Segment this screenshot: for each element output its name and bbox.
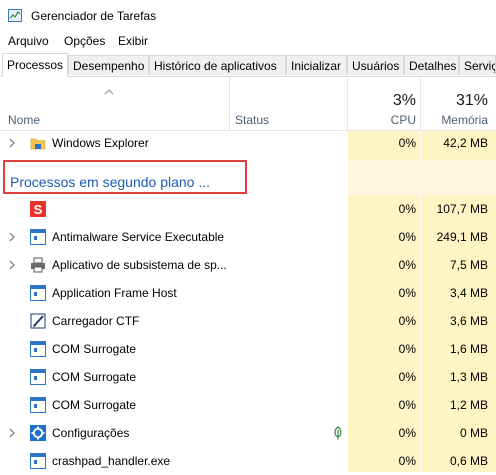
cpu-total: 3% [392,92,416,109]
column-header: Nome Status 3% CPU 31% Memória [0,77,496,131]
tab-bar: Processos Desempenho Histórico de aplica… [0,53,496,77]
group-header-background-processes[interactable]: Processos em segundo plano ... [10,174,210,190]
group-header-band [348,160,496,195]
column-name[interactable]: Nome [8,113,40,127]
process-cpu: 0% [398,286,416,300]
process-memory: 42,2 MB [443,136,488,150]
chevron-right-icon[interactable] [9,260,15,270]
process-name: COM Surrogate [52,370,137,384]
process-name: Configurações [52,426,130,440]
process-name: COM Surrogate [52,398,137,412]
table-row[interactable]: COM Surrogate 0% 1,3 MB [0,363,496,391]
process-cpu: 0% [398,454,416,468]
tab-usuarios[interactable]: Usuários [347,55,404,75]
table-row[interactable]: S 0% 107,7 MB [0,195,496,223]
menu-exibir[interactable]: Exibir [118,34,148,48]
window-icon [30,229,46,245]
process-name: COM Surrogate [52,342,137,356]
column-divider[interactable] [229,77,230,130]
table-row[interactable]: COM Surrogate 0% 1,2 MB [0,391,496,419]
column-divider[interactable] [420,77,421,130]
window-icon [30,369,46,385]
window-icon [30,341,46,357]
s-app-icon: S [30,201,46,217]
process-name: crashpad_handler.exe [52,454,171,468]
window-title: Gerenciador de Tarefas [31,9,157,23]
memory-total: 31% [455,92,488,109]
process-cpu: 0% [398,426,416,440]
process-memory: 1,6 MB [449,342,488,356]
window-icon [30,453,46,469]
tab-inicializar[interactable]: Inicializar [286,55,347,75]
process-memory: 1,3 MB [449,370,488,384]
process-memory: 0 MB [459,426,488,440]
process-cpu: 0% [398,202,416,216]
folder-icon [30,138,46,150]
tab-detalhes[interactable]: Detalhes [404,55,459,75]
chevron-right-icon[interactable] [9,428,15,438]
table-row[interactable]: Carregador CTF 0% 3,6 MB [0,307,496,335]
process-cpu: 0% [398,398,416,412]
title-bar: Gerenciador de Tarefas [0,0,496,32]
process-name: Aplicativo de subsistema de sp... [52,258,227,272]
process-memory: 3,6 MB [449,314,488,328]
menu-opcoes[interactable]: Opções [64,34,105,48]
chevron-right-icon[interactable] [9,138,15,148]
process-cpu: 0% [398,136,416,150]
printer-icon [31,257,45,273]
tab-historico[interactable]: Histórico de aplicativos [149,55,286,75]
process-cpu: 0% [398,370,416,384]
menu-bar: Arquivo Opções Exibir [0,32,496,52]
process-memory: 0,6 MB [449,454,488,468]
process-cpu: 0% [398,230,416,244]
process-memory: 249,1 MB [436,230,488,244]
process-cpu: 0% [398,258,416,272]
window-icon [30,397,46,413]
table-row[interactable]: Configurações 0% 0 MB [0,419,496,447]
process-memory: 3,4 MB [449,286,488,300]
chevron-right-icon[interactable] [9,232,15,242]
process-cpu: 0% [398,314,416,328]
svg-text:S: S [34,202,43,217]
tab-processos[interactable]: Processos [2,53,68,77]
table-row[interactable]: crashpad_handler.exe 0% 0,6 MB [0,447,496,475]
table-row[interactable]: Antimalware Service Executable 0% 249,1 … [0,223,496,251]
menu-arquivo[interactable]: Arquivo [8,34,49,48]
column-memory[interactable]: Memória [441,113,488,127]
process-name: Application Frame Host [52,286,177,300]
process-name: Windows Explorer [52,136,149,150]
leaf-icon [334,426,342,440]
table-row[interactable]: Application Frame Host 0% 3,4 MB [0,279,496,307]
sort-up-icon[interactable] [104,89,114,95]
process-memory: 7,5 MB [449,258,488,272]
table-row[interactable]: Windows Explorer 0% 42,2 MB [0,129,496,157]
process-name: Carregador CTF [52,314,140,328]
column-cpu[interactable]: CPU [391,113,416,127]
pen-icon [30,313,46,329]
task-manager-icon [8,9,22,22]
table-row[interactable]: Aplicativo de subsistema de sp... 0% 7,5… [0,251,496,279]
window-icon [30,285,46,301]
process-memory: 1,2 MB [449,398,488,412]
process-name: Antimalware Service Executable [52,230,225,244]
tab-desempenho[interactable]: Desempenho [68,55,149,75]
tab-servicos[interactable]: Serviç [459,55,496,75]
column-status[interactable]: Status [235,113,269,127]
table-row[interactable]: COM Surrogate 0% 1,6 MB [0,335,496,363]
column-divider[interactable] [347,77,348,130]
gear-icon [30,425,46,441]
process-cpu: 0% [398,342,416,356]
process-memory: 107,7 MB [436,202,488,216]
